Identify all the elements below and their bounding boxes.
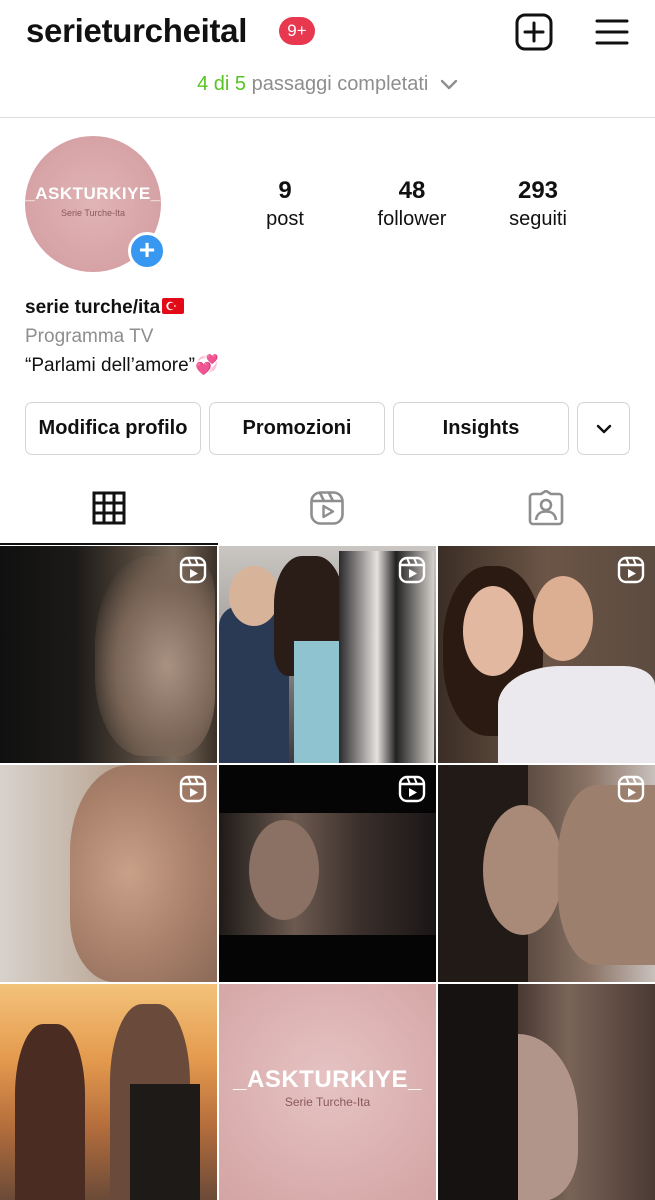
more-options-button[interactable] [577, 402, 630, 455]
new-post-button[interactable] [514, 12, 554, 52]
profile-bio: “Parlami dell’amore”💞 [25, 355, 219, 376]
reel-badge-icon [617, 556, 645, 584]
tab-tagged[interactable] [437, 470, 655, 545]
notification-badge[interactable]: 9+ [279, 17, 315, 45]
post-thumbnail[interactable] [219, 765, 436, 982]
profile-category: Programma TV [25, 326, 154, 347]
promotions-button[interactable]: Promozioni [209, 402, 385, 455]
reel-badge-icon [398, 775, 426, 803]
stat-following-count: 293 [517, 177, 559, 204]
post-thumbnail[interactable] [438, 984, 655, 1200]
display-name-text: serie turche/ita [25, 297, 161, 318]
stat-followers[interactable]: 48 follower [362, 177, 462, 231]
reel-badge-icon [617, 775, 645, 803]
tab-posts-grid[interactable] [0, 470, 218, 545]
post-thumbnail[interactable] [219, 546, 436, 763]
menu-button[interactable] [592, 12, 632, 52]
post-thumbnail[interactable] [0, 546, 217, 763]
stat-following[interactable]: 293 seguiti [493, 177, 583, 231]
tab-reels[interactable] [218, 470, 436, 545]
avatar-logo-subtitle: Serie Turche-Ita [60, 208, 126, 218]
profile-username[interactable]: serieturcheital [26, 12, 247, 50]
chevron-down-icon [596, 424, 611, 433]
tagged-person-icon [528, 489, 564, 525]
chevron-down-icon [440, 79, 458, 89]
profile-steps-progress[interactable]: 4 di 5 passaggi completati [0, 73, 655, 96]
stat-posts[interactable]: 9 post [245, 177, 325, 231]
stat-followers-count: 48 [398, 177, 426, 204]
stat-posts-label: post [266, 208, 304, 230]
stat-posts-count: 9 [278, 177, 292, 204]
edit-profile-button[interactable]: Modifica profilo [25, 402, 201, 455]
grid-icon [92, 491, 126, 524]
tile-logo-text: _ASKTURKIYE_ [233, 1066, 422, 1093]
profile-tabs [0, 470, 655, 545]
stat-following-label: seguiti [509, 208, 567, 230]
post-thumbnail[interactable] [0, 984, 217, 1200]
steps-done-count: 4 di 5 [197, 73, 247, 95]
plus-square-icon [515, 13, 553, 51]
top-header: serieturcheital 9+ 4 di 5 passaggi compl… [0, 0, 655, 118]
turkey-flag-icon [162, 297, 185, 314]
steps-label: passaggi completati [246, 73, 429, 95]
insights-button[interactable]: Insights [393, 402, 569, 455]
post-thumbnail[interactable]: _ASKTURKIYE_ Serie Turche-Ita [219, 984, 436, 1200]
reel-badge-icon [179, 775, 207, 803]
post-thumbnail[interactable] [0, 765, 217, 982]
reel-badge-icon [179, 556, 207, 584]
post-thumbnail[interactable] [438, 546, 655, 763]
hamburger-menu-icon [595, 19, 629, 45]
add-story-button[interactable]: + [128, 232, 166, 270]
avatar-logo-text: _ASKTURKIYE_ [25, 184, 161, 203]
reel-badge-icon [398, 556, 426, 584]
post-thumbnail[interactable] [438, 765, 655, 982]
active-tab-indicator [0, 543, 218, 545]
tile-logo-subtitle: Serie Turche-Ita [284, 1095, 371, 1109]
profile-display-name: serie turche/ita [25, 297, 185, 319]
reels-icon [310, 490, 344, 525]
stat-followers-label: follower [377, 208, 447, 230]
